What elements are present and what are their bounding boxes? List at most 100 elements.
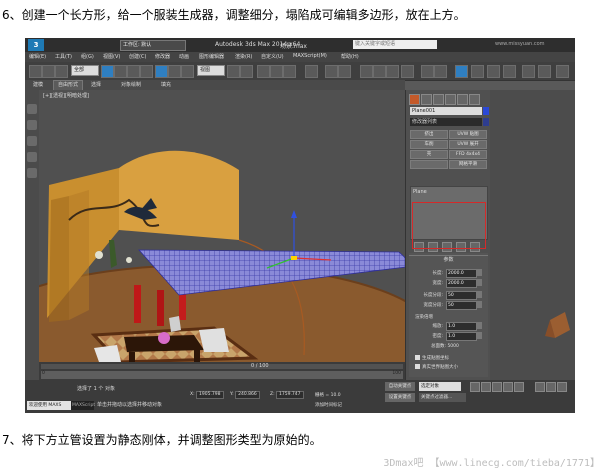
menu-help[interactable]: 帮助(H): [341, 53, 359, 60]
key-filters-button[interactable]: 关键点过滤器...: [419, 393, 466, 402]
add-time-tag[interactable]: 添加时间标记: [315, 402, 342, 408]
modifier-ffd-button[interactable]: FFD 4x4x4: [449, 150, 487, 159]
pan-icon[interactable]: [546, 382, 556, 392]
menu-group[interactable]: 组(G): [81, 53, 94, 60]
reference-coord-dropdown[interactable]: 视图: [197, 65, 225, 76]
modifier-extrude-button[interactable]: 挤出: [410, 130, 448, 139]
workspace-dropdown[interactable]: 工作区: 默认: [120, 40, 186, 51]
modifier-uvw-map-button[interactable]: UVW 贴图: [449, 130, 487, 139]
material-editor-icon[interactable]: [421, 65, 434, 78]
prev-frame-icon[interactable]: [481, 382, 491, 392]
maxscript-listener[interactable]: MAXScript: [71, 401, 95, 410]
shift-tool-icon[interactable]: [27, 152, 37, 162]
menu-graph-editors[interactable]: 图形编辑器: [199, 53, 224, 60]
real-world-checkbox[interactable]: 真实世界贴图大小: [415, 364, 458, 370]
redo-icon[interactable]: [42, 65, 55, 78]
schematic-icon[interactable]: [401, 65, 414, 78]
tab-selection[interactable]: 选择: [87, 81, 105, 88]
select-by-name-icon[interactable]: [114, 65, 127, 78]
goto-end-icon[interactable]: [514, 382, 524, 392]
time-slider[interactable]: 0 / 100: [41, 363, 403, 369]
curve-editor-icon[interactable]: [386, 65, 399, 78]
graphite-icon[interactable]: [373, 65, 386, 78]
align-icon[interactable]: [338, 65, 351, 78]
menu-animation[interactable]: 动画: [179, 53, 189, 60]
orbit-icon[interactable]: [557, 382, 567, 392]
object-name-field[interactable]: Plane001: [410, 107, 482, 115]
menu-rendering[interactable]: 渲染(R): [235, 53, 252, 60]
menu-customize[interactable]: 自定义(U): [261, 53, 284, 60]
render-setup-icon[interactable]: [434, 65, 447, 78]
next-frame-icon[interactable]: [503, 382, 513, 392]
angle-snap-icon[interactable]: [270, 65, 283, 78]
welcome-box[interactable]: 欢迎使用 MAXS: [27, 401, 71, 410]
display-tab-icon[interactable]: [457, 94, 468, 105]
window-crossing-icon[interactable]: [140, 65, 153, 78]
move-icon[interactable]: [155, 65, 168, 78]
x-coord-field[interactable]: 1905.798: [196, 391, 224, 399]
pivot-icon[interactable]: [227, 65, 240, 78]
select-manipulate-icon[interactable]: [240, 65, 253, 78]
named-selection-icon[interactable]: [305, 65, 318, 78]
tab-modeling[interactable]: 建模: [29, 81, 47, 88]
create-tab-icon[interactable]: [409, 94, 420, 105]
length-segs-field[interactable]: 50: [446, 291, 477, 300]
menu-maxscript[interactable]: MAXScript(M): [293, 53, 327, 59]
stack-item-plane[interactable]: Plane: [413, 189, 427, 195]
render-icon[interactable]: [471, 65, 484, 78]
checkbox-icon[interactable]: [415, 355, 420, 360]
modifier-list-dropdown[interactable]: 修改器列表: [410, 118, 482, 126]
menu-tools[interactable]: 工具(T): [55, 53, 72, 60]
key-selection-dropdown[interactable]: 选定对象: [419, 382, 461, 391]
viewport-label[interactable]: [+][透视][明暗处理]: [43, 92, 89, 99]
scale-icon[interactable]: [181, 65, 194, 78]
length-segs-spinner[interactable]: [477, 291, 482, 298]
goto-start-icon[interactable]: [470, 382, 480, 392]
object-color-swatch[interactable]: [483, 107, 489, 115]
freeform-tool-icon[interactable]: [27, 104, 37, 114]
rect-selection-icon[interactable]: [127, 65, 140, 78]
menu-modifiers[interactable]: 修改器: [155, 53, 170, 60]
length-spinner[interactable]: [477, 269, 482, 276]
set-key-button[interactable]: 设置关键点: [385, 393, 415, 402]
menu-create[interactable]: 创建(C): [129, 53, 146, 60]
scale-spinner[interactable]: [477, 322, 482, 329]
density-spinner[interactable]: [477, 332, 482, 339]
tab-object-paint[interactable]: 对象绘制: [117, 81, 145, 88]
percent-snap-icon[interactable]: [283, 65, 296, 78]
tab-populate[interactable]: 填充: [157, 81, 175, 88]
app-logo[interactable]: 3: [28, 39, 44, 51]
perspective-viewport[interactable]: [+][透视][明暗处理]: [39, 90, 405, 362]
y-coord-field[interactable]: 240.866: [235, 391, 260, 399]
layer-icon[interactable]: [360, 65, 373, 78]
params-title[interactable]: 参数: [409, 255, 488, 263]
density-field[interactable]: 1.0: [446, 332, 477, 341]
draw-tool-icon[interactable]: [27, 168, 37, 178]
chevron-down-icon[interactable]: [483, 118, 489, 126]
checkbox-icon[interactable]: [415, 364, 420, 369]
rendered-frame-icon[interactable]: [455, 65, 468, 78]
modifier-unwrap-button[interactable]: UVW 展开: [449, 140, 487, 149]
modifier-shell-button[interactable]: 壳: [410, 150, 448, 159]
rotate-icon[interactable]: [168, 65, 181, 78]
undo-icon[interactable]: [29, 65, 42, 78]
gen-mapping-checkbox[interactable]: 生成贴图坐标: [415, 355, 449, 361]
environment-icon[interactable]: [503, 65, 516, 78]
mirror-icon[interactable]: [325, 65, 338, 78]
paint-tool-icon[interactable]: [27, 120, 37, 130]
modify-tab-icon[interactable]: [421, 94, 432, 105]
link-icon[interactable]: [55, 65, 68, 78]
track-bar[interactable]: 0 100: [41, 371, 403, 379]
select-object-icon[interactable]: [101, 65, 114, 78]
activeshade-icon[interactable]: [556, 65, 569, 78]
menu-view[interactable]: 视图(V): [103, 53, 120, 60]
selection-filter-dropdown[interactable]: 全部: [71, 65, 99, 76]
width-segs-spinner[interactable]: [477, 301, 482, 308]
render-production-icon[interactable]: [522, 65, 535, 78]
menu-edit[interactable]: 编辑(E): [29, 53, 46, 60]
modifier-meshsmooth-button[interactable]: 网格平滑: [449, 160, 487, 169]
teapot-icon[interactable]: [487, 65, 500, 78]
hierarchy-tab-icon[interactable]: [433, 94, 444, 105]
search-input[interactable]: 键入关键字或短语: [353, 40, 437, 49]
width-field[interactable]: 2000.0: [446, 279, 477, 288]
